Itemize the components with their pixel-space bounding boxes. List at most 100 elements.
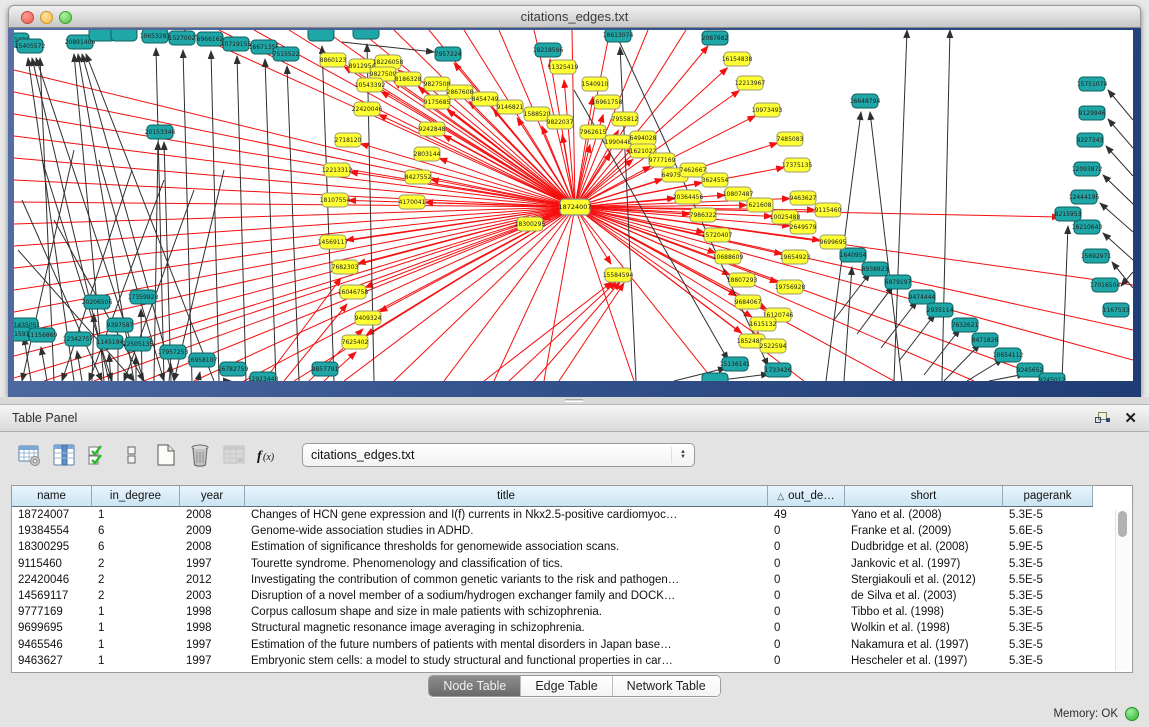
table-cell[interactable]: 2 (92, 558, 180, 570)
table-cell[interactable]: 5.5E-5 (1003, 574, 1093, 586)
table-cell[interactable]: 0 (768, 525, 845, 537)
tab-edge-table[interactable]: Edge Table (520, 676, 611, 696)
table-cell[interactable]: 5.3E-5 (1003, 622, 1093, 634)
table-cell[interactable]: Nakamura et al. (1997) (845, 639, 1003, 651)
table-cell[interactable]: 1 (92, 622, 180, 634)
column-header-year[interactable]: year (180, 486, 245, 507)
table-row[interactable]: 911546021997Tourette syndrome. Phenomeno… (12, 556, 1132, 572)
window-titlebar[interactable]: citations_edges.txt (8, 5, 1141, 28)
table-cell[interactable]: Corpus callosum shape and size in male p… (245, 606, 768, 618)
table-cell[interactable]: Structural magnetic resonance image aver… (245, 622, 768, 634)
table-cell[interactable]: de Silva et al. (2003) (845, 590, 1003, 602)
table-cell[interactable]: 5.3E-5 (1003, 639, 1093, 651)
table-cell[interactable]: 1 (92, 509, 180, 521)
table-cell[interactable]: 1 (92, 639, 180, 651)
delete-table-icon[interactable] (220, 442, 247, 469)
table-cell[interactable]: 6 (92, 525, 180, 537)
close-window-button[interactable] (21, 11, 34, 24)
table-cell[interactable]: 19384554 (12, 525, 92, 537)
column-header-pagerank[interactable]: pagerank (1003, 486, 1093, 507)
hide-columns-icon[interactable] (118, 442, 145, 469)
table-row[interactable]: 1938455462009Genome-wide association stu… (12, 523, 1132, 539)
table-row[interactable]: 946554611997Estimation of the future num… (12, 637, 1132, 653)
table-cell[interactable]: Dudbridge et al. (2008) (845, 541, 1003, 553)
table-cell[interactable]: 14569117 (12, 590, 92, 602)
close-panel-icon[interactable]: ✕ (1124, 411, 1137, 426)
table-cell[interactable]: 1997 (180, 639, 245, 651)
table-cell[interactable]: 9463627 (12, 655, 92, 667)
table-cell[interactable]: Stergiakouli et al. (2012) (845, 574, 1003, 586)
table-cell[interactable]: 9777169 (12, 606, 92, 618)
table-cell[interactable]: 2 (92, 574, 180, 586)
table-cell[interactable]: 49 (768, 509, 845, 521)
table-cell[interactable]: 2012 (180, 574, 245, 586)
delete-column-icon[interactable] (186, 442, 213, 469)
table-cell[interactable]: 5.3E-5 (1003, 590, 1093, 602)
graph-node[interactable] (702, 373, 728, 381)
table-cell[interactable]: 1 (92, 606, 180, 618)
table-row[interactable]: 969969511998Structural magnetic resonanc… (12, 620, 1132, 636)
table-cell[interactable]: 9115460 (12, 558, 92, 570)
column-header-name[interactable]: name (12, 486, 92, 507)
minimize-window-button[interactable] (40, 11, 53, 24)
table-cell[interactable]: Wolkin et al. (1998) (845, 622, 1003, 634)
table-cell[interactable]: Genome-wide association studies in ADHD. (245, 525, 768, 537)
table-cell[interactable]: 1997 (180, 558, 245, 570)
table-cell[interactable]: 5.9E-5 (1003, 541, 1093, 553)
table-cell[interactable]: 5.3E-5 (1003, 558, 1093, 570)
table-cell[interactable]: Disruption of a novel member of a sodium… (245, 590, 768, 602)
table-cell[interactable]: 2008 (180, 541, 245, 553)
panel-splitter[interactable] (0, 397, 1149, 404)
table-settings-icon[interactable] (16, 442, 43, 469)
table-cell[interactable]: 5.3E-5 (1003, 509, 1093, 521)
table-cell[interactable]: Tibbo et al. (1998) (845, 606, 1003, 618)
table-cell[interactable]: 1998 (180, 606, 245, 618)
table-selector-dropdown[interactable]: citations_edges.txt ▲▼ (302, 443, 695, 467)
table-cell[interactable]: Estimation of significance thresholds fo… (245, 541, 768, 553)
table-cell[interactable]: 18724007 (12, 509, 92, 521)
table-row[interactable]: 1830029562008Estimation of significance … (12, 539, 1132, 555)
table-row[interactable]: 1456911722003Disruption of a novel membe… (12, 588, 1132, 604)
table-cell[interactable]: 1 (92, 655, 180, 667)
select-all-rows-icon[interactable] (84, 442, 111, 469)
table-cell[interactable]: Jankovic et al. (1997) (845, 558, 1003, 570)
table-cell[interactable]: 18300295 (12, 541, 92, 553)
table-row[interactable]: 1872400712008Changes of HCN gene express… (12, 507, 1132, 523)
table-cell[interactable]: 0 (768, 558, 845, 570)
column-header-short[interactable]: short (845, 486, 1003, 507)
table-cell[interactable]: 0 (768, 574, 845, 586)
table-cell[interactable]: 0 (768, 655, 845, 667)
table-cell[interactable]: Estimation of the future numbers of pati… (245, 639, 768, 651)
table-cell[interactable]: 1997 (180, 655, 245, 667)
tab-network-table[interactable]: Network Table (612, 676, 720, 696)
table-cell[interactable]: Embryonic stem cells: a model to study s… (245, 655, 768, 667)
table-cell[interactable]: 0 (768, 639, 845, 651)
table-cell[interactable]: Franke et al. (2009) (845, 525, 1003, 537)
table-cell[interactable]: 0 (768, 606, 845, 618)
table-cell[interactable]: Changes of HCN gene expression and I(f) … (245, 509, 768, 521)
function-builder-icon[interactable]: f(x) (254, 442, 281, 469)
tab-node-table[interactable]: Node Table (429, 676, 520, 696)
float-panel-icon[interactable] (1095, 412, 1110, 425)
graph-node[interactable] (308, 30, 334, 41)
table-cell[interactable]: 1998 (180, 622, 245, 634)
table-cell[interactable]: 22420046 (12, 574, 92, 586)
table-cell[interactable]: Investigating the contribution of common… (245, 574, 768, 586)
table-row[interactable]: 946362711997Embryonic stem cells: a mode… (12, 653, 1132, 669)
table-cell[interactable]: 9465546 (12, 639, 92, 651)
table-cell[interactable]: 2003 (180, 590, 245, 602)
column-header-title[interactable]: title (245, 486, 768, 507)
table-cell[interactable]: 0 (768, 541, 845, 553)
table-cell[interactable]: 5.3E-5 (1003, 655, 1093, 667)
table-cell[interactable]: 2 (92, 590, 180, 602)
column-header-out-de-[interactable]: △out_de… (768, 486, 845, 507)
graph-node[interactable] (111, 30, 137, 41)
column-header-in-degree[interactable]: in_degree (92, 486, 180, 507)
table-cell[interactable]: Yano et al. (2008) (845, 509, 1003, 521)
new-column-icon[interactable] (152, 442, 179, 469)
network-canvas[interactable]: 1841231154055722089140610653287152700269… (14, 30, 1133, 381)
table-cell[interactable]: 0 (768, 590, 845, 602)
select-columns-icon[interactable] (50, 442, 77, 469)
table-cell[interactable]: 6 (92, 541, 180, 553)
table-cell[interactable]: 2009 (180, 525, 245, 537)
